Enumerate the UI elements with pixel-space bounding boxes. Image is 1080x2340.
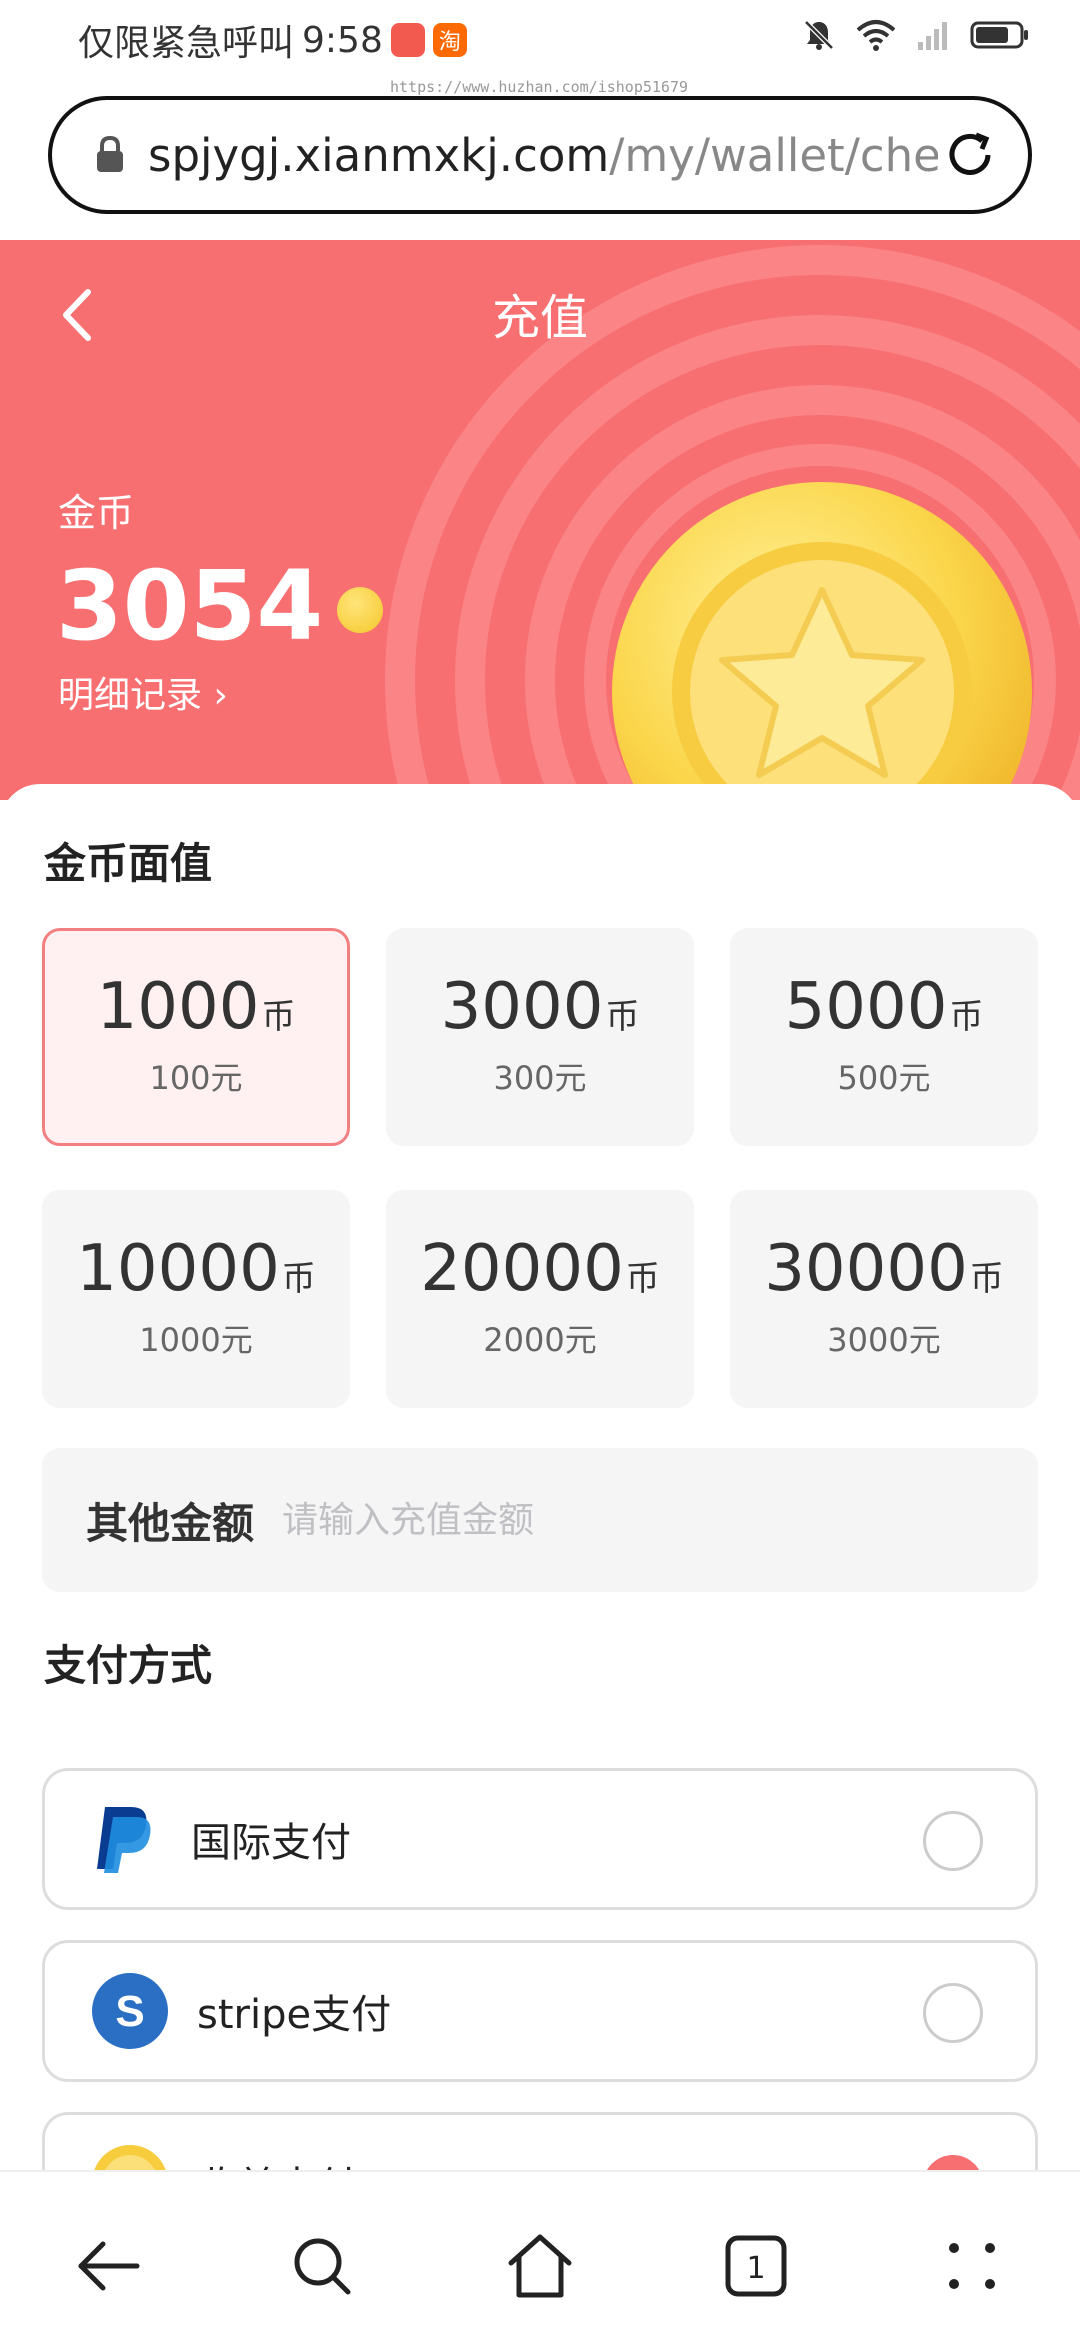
coins-unit: 币: [261, 997, 296, 1037]
other-amount-row: 其他金额: [42, 1448, 1038, 1592]
payment-title: 支付方式: [44, 1641, 213, 1690]
coins-amount: 20000: [420, 1232, 624, 1306]
coins-amount: 10000: [76, 1232, 280, 1306]
status-left: 仅限紧急呼叫 9:58 淘: [78, 14, 467, 66]
wifi-icon: [856, 20, 896, 51]
denomination-coins: 3000币: [441, 975, 640, 1039]
denomination-coins: 30000币: [764, 1237, 1004, 1301]
coins-unit: 币: [281, 1259, 316, 1299]
denomination-option[interactable]: 20000币 2000元: [386, 1190, 694, 1408]
payment-option-stripe[interactable]: S stripe支付: [42, 1940, 1038, 2082]
paypal-icon: [97, 1807, 151, 1873]
denomination-option[interactable]: 3000币 300元: [386, 928, 694, 1146]
svg-text:S: S: [115, 1987, 144, 2036]
nav-back-button[interactable]: [68, 2226, 148, 2306]
denomination-price: 3000元: [827, 1321, 941, 1359]
payment-option-paypal[interactable]: 国际支付: [42, 1768, 1038, 1910]
coins-unit: 币: [625, 1259, 660, 1299]
url-host: spjygj.xianmxkj.com: [148, 128, 610, 182]
status-bar: 仅限紧急呼叫 9:58 淘: [0, 0, 1080, 78]
coins-amount: 30000: [764, 1232, 968, 1306]
arrow-left-icon: [78, 2241, 140, 2291]
coin-balance: 3054: [56, 550, 384, 662]
denomination-title: 金币面值: [44, 839, 213, 888]
nav-search-button[interactable]: [282, 2226, 362, 2306]
denomination-price: 100元: [149, 1059, 243, 1097]
browser-nav-bar: 1: [0, 2170, 1080, 2340]
carrier-text: 仅限紧急呼叫: [78, 23, 295, 64]
denomination-option[interactable]: 30000币 3000元: [730, 1190, 1038, 1408]
svg-text:1: 1: [746, 2251, 765, 2286]
lock-icon: [97, 135, 123, 172]
wallet-header: 充值 金币 3054 明细记录 ›: [0, 240, 1080, 800]
clock: 9:58: [302, 19, 383, 61]
nav-tabs-button[interactable]: 1: [716, 2226, 796, 2306]
denomination-price: 1000元: [139, 1321, 253, 1359]
coin-balance-value: 3054: [56, 550, 324, 662]
denomination-price: 2000元: [483, 1321, 597, 1359]
notification-app-icon: [390, 23, 425, 57]
url-path: /my/wallet/che: [609, 128, 938, 182]
status-icons: [802, 18, 1030, 52]
watermark-text: https://www.huzhan.com/ishop51679: [390, 78, 689, 96]
coins-amount: 5000: [784, 970, 948, 1044]
payment-radio[interactable]: [923, 1983, 983, 2043]
mute-bell-icon: [804, 20, 834, 50]
denomination-option[interactable]: 5000币 500元: [730, 928, 1038, 1146]
denomination-coins: 10000币: [76, 1237, 316, 1301]
coin-label: 金币: [58, 491, 135, 535]
denomination-price: 500元: [837, 1059, 931, 1097]
tabs-count-icon: 1: [725, 2235, 787, 2297]
battery-icon: [970, 21, 1028, 49]
nav-home-button[interactable]: [500, 2226, 580, 2306]
denomination-coins: 1000币: [97, 975, 296, 1039]
coin-icon: [337, 587, 384, 633]
denomination-coins: 5000币: [785, 975, 984, 1039]
payment-name: 国际支付: [191, 1820, 351, 1866]
coins-unit: 币: [949, 997, 984, 1037]
denomination-price: 300元: [493, 1059, 587, 1097]
coins-unit: 币: [969, 1259, 1004, 1299]
more-dots-icon: [949, 2243, 995, 2289]
stripe-icon: S: [92, 1973, 168, 2049]
denomination-option[interactable]: 1000币 100元: [42, 928, 350, 1146]
denomination-option[interactable]: 10000币 1000元: [42, 1190, 350, 1408]
detail-records-link[interactable]: 明细记录 ›: [58, 666, 228, 718]
nav-menu-button[interactable]: [932, 2226, 1012, 2306]
payment-name: stripe支付: [197, 1992, 392, 2038]
coins-amount: 3000: [440, 970, 604, 1044]
address-bar[interactable]: spjygj.xianmxkj.com/my/wallet/che: [48, 96, 1032, 214]
home-icon: [508, 2234, 572, 2298]
taobao-icon: 淘: [432, 23, 467, 57]
coins-unit: 币: [605, 997, 640, 1037]
payment-radio[interactable]: [923, 1811, 983, 1871]
denomination-coins: 20000币: [420, 1237, 660, 1301]
other-amount-input[interactable]: [282, 1499, 883, 1541]
signal-icon: [918, 22, 947, 50]
gold-coin-illustration: [612, 482, 1032, 800]
url-text[interactable]: spjygj.xianmxkj.com/my/wallet/che: [148, 129, 938, 182]
search-icon: [294, 2238, 351, 2295]
other-amount-label: 其他金额: [86, 1498, 255, 1548]
recharge-card: 金币面值 1000币 100元 3000币 300元 5000币 500元 10…: [0, 784, 1080, 2254]
page-title: 充值: [491, 290, 588, 346]
reload-icon[interactable]: [938, 123, 1002, 187]
coins-amount: 1000: [96, 970, 260, 1044]
